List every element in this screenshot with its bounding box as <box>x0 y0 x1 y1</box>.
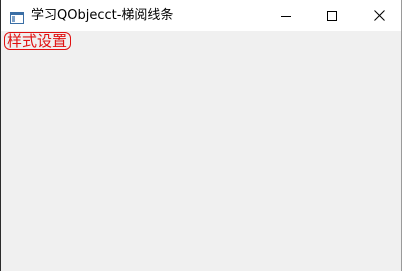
window-app-icon <box>10 9 24 24</box>
app-window: 学习QObjecct-梯阅线条 样式设置 <box>0 0 402 271</box>
client-area: 样式设置 <box>1 31 401 271</box>
close-button[interactable] <box>356 0 402 31</box>
maximize-button[interactable] <box>309 0 355 31</box>
title-bar[interactable]: 学习QObjecct-梯阅线条 <box>1 0 401 31</box>
close-icon <box>373 6 385 25</box>
window-title: 学习QObjecct-梯阅线条 <box>31 8 174 23</box>
minimize-icon <box>281 6 291 25</box>
style-settings-label: 样式设置 <box>4 32 72 50</box>
minimize-button[interactable] <box>263 0 309 31</box>
maximize-icon <box>327 6 337 25</box>
